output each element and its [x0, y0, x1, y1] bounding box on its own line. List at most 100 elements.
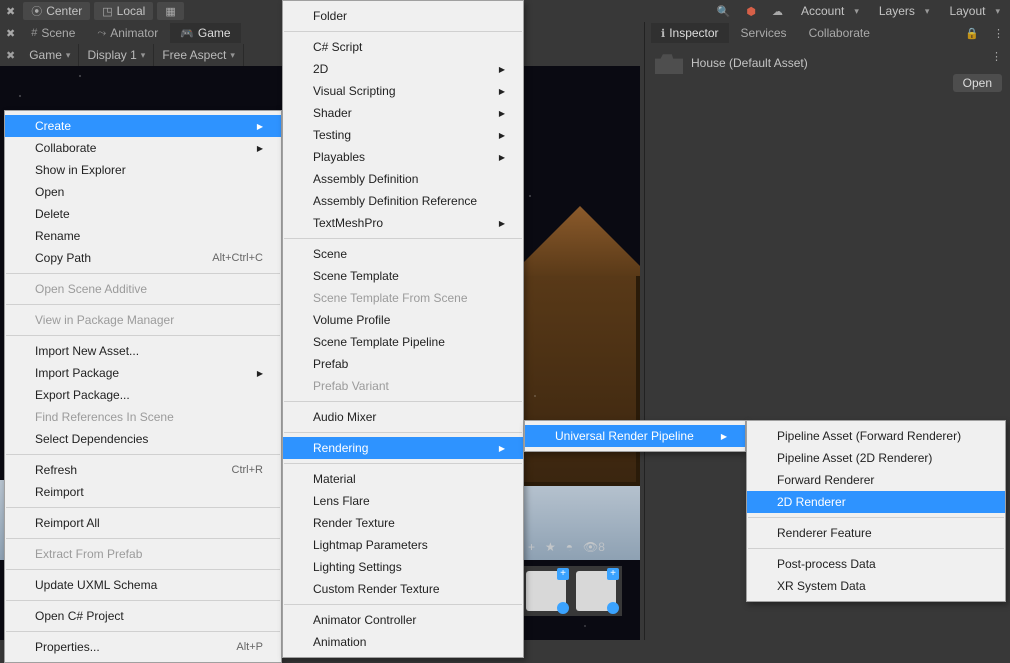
menu-item[interactable]: Update UXML Schema	[5, 574, 281, 596]
menu-item[interactable]: Pipeline Asset (2D Renderer)	[747, 447, 1005, 469]
menu-item[interactable]: Lighting Settings	[283, 556, 523, 578]
menu-item[interactable]: Select Dependencies	[5, 428, 281, 450]
animator-icon: ⤳	[97, 27, 106, 40]
center-icon: ⦿	[31, 3, 42, 19]
game-icon: 🎮	[180, 27, 194, 40]
tab-animator[interactable]: ⤳Animator	[87, 23, 168, 43]
layout-dropdown[interactable]: Layout	[943, 2, 1006, 20]
display-select[interactable]: Display 1	[79, 44, 154, 66]
more-icon[interactable]: ⋮	[991, 50, 1002, 63]
aspect-select[interactable]: Free Aspect	[154, 44, 244, 66]
grid-snap-button[interactable]: ▦	[157, 2, 183, 20]
menu-item[interactable]: 2D	[283, 58, 523, 80]
menu-item[interactable]: Import Package	[5, 362, 281, 384]
menu-item[interactable]: Post-process Data	[747, 553, 1005, 575]
create-submenu[interactable]: FolderC# Script2DVisual ScriptingShaderT…	[282, 0, 524, 658]
rotation-local-label: Local	[117, 4, 146, 18]
tab-inspector[interactable]: ℹInspector	[651, 23, 729, 43]
menu-item[interactable]: Visual Scripting	[283, 80, 523, 102]
menu-item[interactable]: Collaborate	[5, 137, 281, 159]
menu-item[interactable]: Scene	[283, 243, 523, 265]
project-icons: + ★ ◓ 👁8	[528, 536, 605, 558]
menu-item[interactable]: Open	[5, 181, 281, 203]
tab-collaborate[interactable]: Collaborate	[799, 23, 880, 43]
rendering-submenu[interactable]: Universal Render Pipeline	[524, 420, 746, 452]
game-select[interactable]: Game	[21, 44, 79, 66]
menu-item[interactable]: Forward Renderer	[747, 469, 1005, 491]
search-icon[interactable]: 🔍	[717, 5, 731, 18]
menu-item: Scene Template From Scene	[283, 287, 523, 309]
layers-dropdown[interactable]: Layers	[873, 2, 936, 20]
menu-item[interactable]: Animator Controller	[283, 609, 523, 631]
project-context-menu[interactable]: CreateCollaborateShow in ExplorerOpenDel…	[4, 110, 282, 663]
menu-item[interactable]: Shader	[283, 102, 523, 124]
tools-icon[interactable]: ✖	[6, 5, 15, 18]
menu-item[interactable]: Prefab	[283, 353, 523, 375]
menu-item[interactable]: Render Texture	[283, 512, 523, 534]
menu-item[interactable]: Create	[5, 115, 281, 137]
menu-item[interactable]: Properties...Alt+P	[5, 636, 281, 658]
menu-item: View in Package Manager	[5, 309, 281, 331]
asset-thumbnail[interactable]	[526, 571, 566, 611]
asset-title: House (Default Asset)	[691, 56, 808, 70]
menu-item[interactable]: Show in Explorer	[5, 159, 281, 181]
tab-game[interactable]: 🎮Game	[170, 23, 240, 43]
menu-item[interactable]: Scene Template	[283, 265, 523, 287]
menu-item[interactable]: Rename	[5, 225, 281, 247]
menu-item[interactable]: Testing	[283, 124, 523, 146]
menu-item[interactable]: 2D Renderer	[747, 491, 1005, 513]
menu-item[interactable]: Import New Asset...	[5, 340, 281, 362]
options-icon-2[interactable]: ✖	[6, 49, 15, 62]
pivot-center-button[interactable]: ⦿ Center	[23, 2, 90, 20]
project-thumbnails	[520, 566, 622, 616]
menu-item[interactable]: Export Package...	[5, 384, 281, 406]
menu-item[interactable]: Audio Mixer	[283, 406, 523, 428]
menu-item[interactable]: Lightmap Parameters	[283, 534, 523, 556]
menu-item[interactable]: TextMeshPro	[283, 212, 523, 234]
cloud-icon[interactable]: ☁	[772, 5, 783, 18]
menu-item[interactable]: Volume Profile	[283, 309, 523, 331]
menu-item[interactable]: XR System Data	[747, 575, 1005, 597]
menu-item[interactable]: Reimport	[5, 481, 281, 503]
tag-icon[interactable]: ◓	[566, 540, 573, 554]
menu-item[interactable]: Material	[283, 468, 523, 490]
pivot-center-label: Center	[46, 4, 82, 18]
open-asset-button[interactable]: Open	[953, 74, 1002, 92]
menu-item: Extract From Prefab	[5, 543, 281, 565]
menu-item: Prefab Variant	[283, 375, 523, 397]
rotation-local-button[interactable]: ◳ Local	[94, 2, 153, 20]
options-icon[interactable]: ✖	[6, 27, 15, 40]
menu-item[interactable]: RefreshCtrl+R	[5, 459, 281, 481]
menu-item[interactable]: Folder	[283, 5, 523, 27]
menu-item[interactable]: Scene Template Pipeline	[283, 331, 523, 353]
menu-item[interactable]: Copy PathAlt+Ctrl+C	[5, 247, 281, 269]
urp-submenu[interactable]: Pipeline Asset (Forward Renderer)Pipelin…	[746, 420, 1006, 602]
menu-item[interactable]: Renderer Feature	[747, 522, 1005, 544]
menu-item[interactable]: Delete	[5, 203, 281, 225]
menu-item[interactable]: Playables	[283, 146, 523, 168]
menu-item[interactable]: Assembly Definition Reference	[283, 190, 523, 212]
menu-item: Find References In Scene	[5, 406, 281, 428]
menu-item[interactable]: Lens Flare	[283, 490, 523, 512]
menu-item[interactable]: C# Script	[283, 36, 523, 58]
lock-icon[interactable]: 🔒	[965, 27, 979, 40]
menu-item[interactable]: Universal Render Pipeline	[525, 425, 745, 447]
menu-item[interactable]: Rendering	[283, 437, 523, 459]
tab-services[interactable]: Services	[731, 23, 797, 43]
tab-scene[interactable]: #Scene	[21, 23, 85, 43]
menu-item[interactable]: Assembly Definition	[283, 168, 523, 190]
local-icon: ◳	[102, 5, 112, 18]
collab-icon[interactable]: ⬢	[746, 5, 756, 18]
plus-icon[interactable]: +	[528, 540, 535, 554]
more-icon[interactable]: ⋮	[993, 27, 1004, 40]
favorite-icon[interactable]: ★	[545, 540, 556, 554]
menu-item[interactable]: Open C# Project	[5, 605, 281, 627]
menu-item[interactable]: Pipeline Asset (Forward Renderer)	[747, 425, 1005, 447]
menu-item[interactable]: Animation	[283, 631, 523, 653]
account-dropdown[interactable]: Account	[795, 2, 865, 20]
menu-item[interactable]: Custom Render Texture	[283, 578, 523, 600]
menu-item[interactable]: Reimport All	[5, 512, 281, 534]
asset-thumbnail[interactable]	[576, 571, 616, 611]
grid-icon: ▦	[165, 5, 175, 18]
visibility-icon[interactable]: 👁8	[583, 540, 605, 554]
